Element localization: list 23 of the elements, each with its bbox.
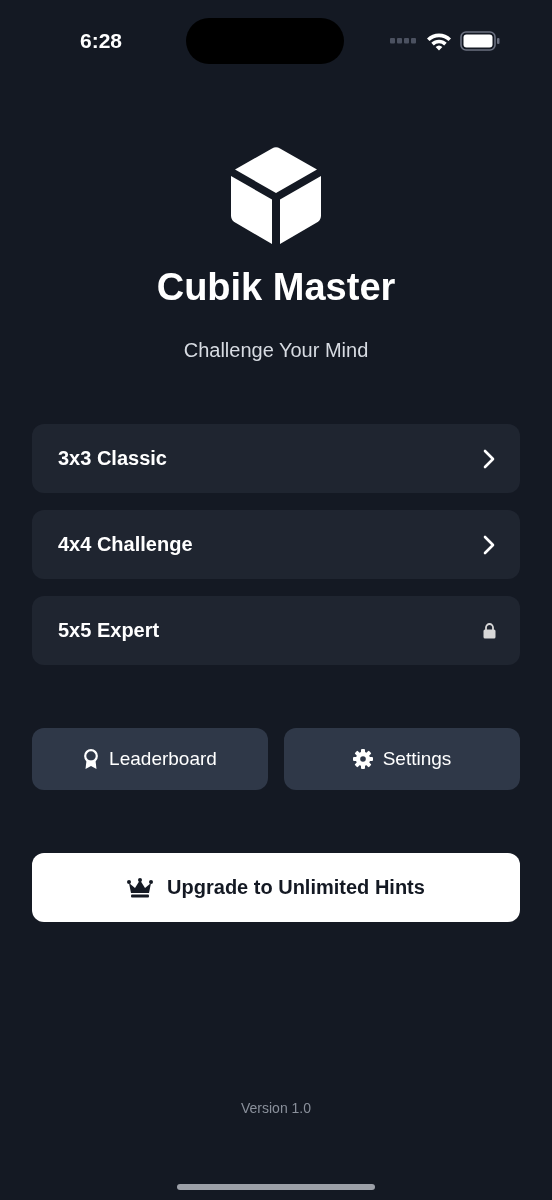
- chevron-right-icon: [482, 533, 496, 556]
- lock-icon: [483, 622, 496, 639]
- mode-label: 3x3 Classic: [58, 447, 167, 470]
- crown-icon: [127, 877, 154, 898]
- chevron-right-icon: [482, 447, 496, 470]
- settings-button[interactable]: Settings: [284, 728, 520, 790]
- wifi-icon: [426, 31, 452, 51]
- app-title: Cubik Master: [156, 266, 396, 309]
- version-label: Version 1.0: [240, 1100, 312, 1116]
- upgrade-button[interactable]: Upgrade to Unlimited Hints: [32, 853, 520, 922]
- mode-label: 5x5 Expert: [58, 619, 160, 642]
- mode-label: 4x4 Challenge: [58, 533, 193, 556]
- mode-item[interactable]: 5x5 Expert: [32, 596, 520, 665]
- ribbon-icon: [83, 748, 100, 770]
- app-subtitle: Challenge Your Mind: [183, 339, 369, 362]
- signal-icon: [390, 38, 418, 44]
- battery-icon: [460, 31, 500, 51]
- mode-item[interactable]: 4x4 Challenge: [32, 510, 520, 579]
- settings-icon: [352, 749, 373, 769]
- cube-logo-icon: [231, 146, 321, 244]
- leaderboard-button[interactable]: Leaderboard: [32, 728, 268, 790]
- mode-item[interactable]: 3x3 Classic: [32, 424, 520, 493]
- status-time: 6:28: [80, 29, 124, 53]
